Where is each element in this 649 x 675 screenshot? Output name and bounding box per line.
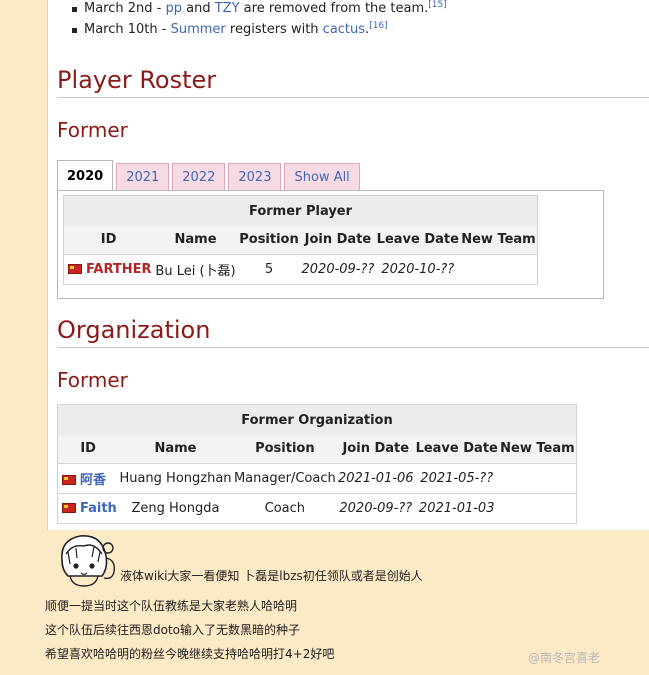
organization-heading: Organization (57, 316, 649, 348)
new-team (498, 493, 577, 523)
player-link-tzy[interactable]: TZY (215, 1, 240, 16)
comment-line: 液体wiki大家一看便知 卜磊是lbzs初任领队或者是创始人 (120, 569, 423, 583)
tab-2020[interactable]: 2020 (57, 160, 114, 191)
column-header: Join Date (337, 435, 415, 463)
staff-id-cell: Faith (57, 493, 119, 523)
player-roster-subheading: Former (57, 118, 128, 142)
china-flag-icon (62, 502, 76, 513)
player-link-farther[interactable]: FARTHER (86, 262, 152, 277)
tab-show-all[interactable]: Show All (284, 163, 360, 191)
column-header: Position (237, 226, 301, 254)
column-header: ID (63, 226, 154, 254)
staff-position: Coach (232, 493, 337, 523)
join-date: 2021-01-06 (337, 463, 415, 493)
news-date: March 10th - (84, 22, 171, 37)
year-tabs: 2020 2021 2022 2023 Show All (57, 160, 363, 191)
player-id-cell: FARTHER (63, 254, 154, 284)
news-item: March 2nd - pp and TZY are removed from … (70, 0, 447, 19)
table-row: Faith Zeng Hongda Coach 2020-09-?? 2021-… (57, 493, 577, 523)
news-text: are removed from the team. (239, 1, 429, 16)
new-team (459, 254, 538, 284)
leave-date: 2020-10-?? (375, 254, 460, 284)
new-team (498, 463, 577, 493)
china-flag-icon (62, 474, 76, 485)
reference-link[interactable]: [15] (428, 0, 446, 10)
column-header: Leave Date (414, 435, 499, 463)
player-roster-heading: Player Roster (57, 66, 649, 98)
news-date: March 2nd - (84, 1, 166, 16)
tab-2023[interactable]: 2023 (228, 163, 282, 191)
news-item: March 10th - Summer registers with cactu… (70, 19, 447, 40)
table-row: 阿香 Huang Hongzhan Manager/Coach 2021-01-… (57, 463, 577, 493)
organization-subheading: Former (57, 368, 128, 392)
staff-position: Manager/Coach (232, 463, 337, 493)
china-flag-icon (68, 263, 82, 274)
column-header: New Team (498, 435, 577, 463)
former-player-table: Former Player ID Name Position Join Date… (63, 195, 538, 285)
wiki-content: March 2nd - pp and TZY are removed from … (47, 0, 649, 530)
column-header: Join Date (300, 226, 376, 254)
staff-link-axiang[interactable]: 阿香 (80, 473, 106, 488)
join-date: 2020-09-?? (337, 493, 415, 523)
staff-name: Huang Hongzhan (118, 463, 233, 493)
reference-link[interactable]: [16] (369, 21, 387, 31)
table-caption: Former Player (63, 195, 538, 226)
tab-2021[interactable]: 2021 (116, 163, 170, 191)
comment-line: 顺便一提当时这个队伍教练是大家老熟人哈哈明 (45, 599, 298, 613)
column-header: Leave Date (375, 226, 460, 254)
anime-avatar-icon (61, 535, 116, 587)
player-name: Bu Lei (卜磊) (153, 254, 238, 284)
staff-link-faith[interactable]: Faith (80, 501, 117, 516)
tab-panel: Former Player ID Name Position Join Date… (57, 190, 604, 299)
news-text: registers with (225, 22, 323, 37)
table-caption: Former Organization (57, 404, 577, 435)
player-link-summer[interactable]: Summer (171, 22, 226, 37)
staff-name: Zeng Hongda (118, 493, 233, 523)
join-date: 2020-09-?? (300, 254, 376, 284)
staff-id-cell: 阿香 (57, 463, 119, 493)
team-link-cactus[interactable]: cactus (323, 22, 365, 37)
news-list: March 2nd - pp and TZY are removed from … (70, 0, 447, 40)
column-header: Name (153, 226, 238, 254)
player-position: 5 (237, 254, 301, 284)
column-header: Position (232, 435, 337, 463)
comment-line: 这个队伍后续往西恩doto输入了无数黑暗的种子 (45, 623, 301, 637)
leave-date: 2021-01-03 (414, 493, 499, 523)
tab-2022[interactable]: 2022 (172, 163, 226, 191)
column-header: Name (118, 435, 233, 463)
table-row: FARTHER Bu Lei (卜磊) 5 2020-09-?? 2020-10… (63, 254, 538, 284)
comment-line: 希望喜欢哈哈明的粉丝今晚继续支持哈哈明打4+2好吧 (45, 647, 335, 661)
column-header: ID (57, 435, 119, 463)
column-header: New Team (459, 226, 538, 254)
former-organization-table: Former Organization ID Name Position Joi… (57, 404, 577, 524)
player-link-pp[interactable]: pp (165, 1, 182, 16)
news-text: and (182, 1, 215, 16)
watermark: @南冬宫喜老 (528, 651, 601, 665)
leave-date: 2021-05-?? (414, 463, 499, 493)
